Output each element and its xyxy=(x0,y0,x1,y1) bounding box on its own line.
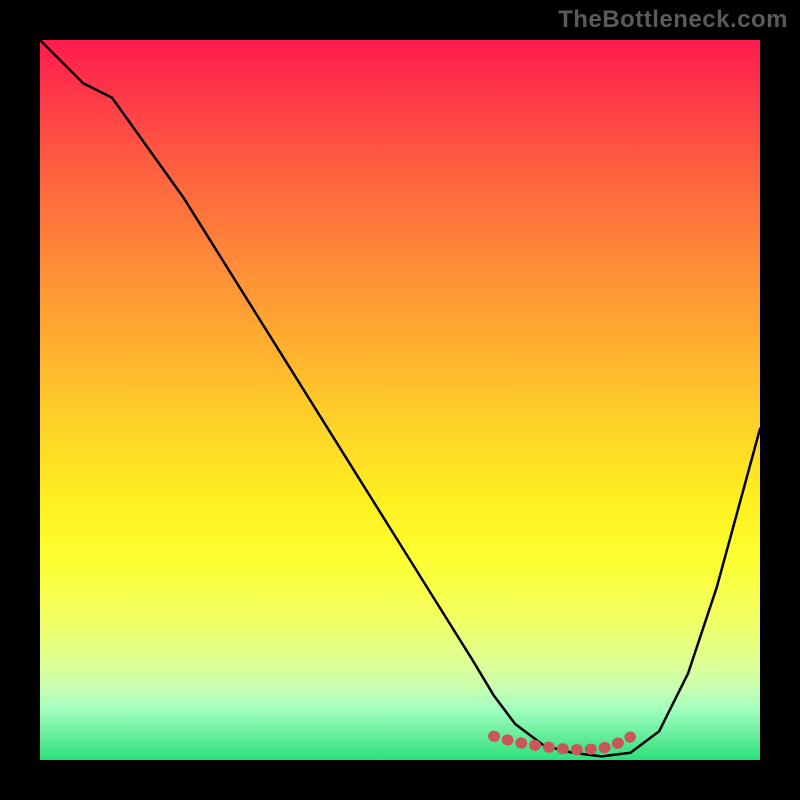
curve-layer xyxy=(40,40,760,760)
bottleneck-curve xyxy=(40,40,760,756)
chart-container: TheBottleneck.com xyxy=(0,0,800,800)
watermark-text: TheBottleneck.com xyxy=(558,6,788,34)
optimal-range-segment xyxy=(494,736,631,750)
